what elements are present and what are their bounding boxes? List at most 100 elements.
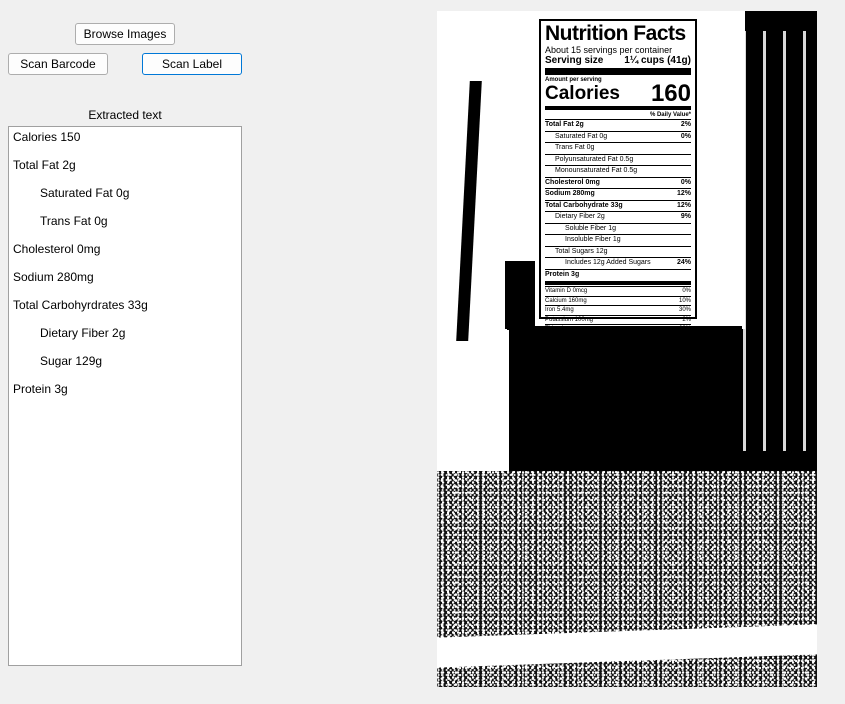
extracted-line: Dietary Fiber 2g <box>40 326 126 340</box>
nutrient-name: Saturated Fat 0g <box>555 132 608 140</box>
vitamin-percent: 30% <box>678 307 691 313</box>
vitamin-name: Calcium 160mg <box>545 297 587 304</box>
nutrient-name: Cholesterol 0mg <box>545 178 600 186</box>
nutrient-rows: Total Fat 2g 2% Saturated Fat 0g 0% Trans Fa… <box>545 119 691 280</box>
scan-barcode-button[interactable]: Scan Barcode <box>8 53 108 75</box>
vitamin-rows: Vitamin D 0mcg 0% Calcium 160mg 10% Iron 5.4… <box>545 286 691 381</box>
vitamin-name: Vitamin D 0mcg <box>545 288 588 294</box>
ingredients-text: INGREDIENTS: WHOLE GRAIN OAT FLOUR, SUGA… <box>545 383 691 400</box>
nutrition-facts-panel: Nutrition Facts About 15 servings per co… <box>539 19 697 407</box>
nutrient-name: Monounsaturated Fat 0.5g <box>555 167 638 174</box>
vitamin-percent: 2% <box>682 316 691 323</box>
vitamin-percent: 10% <box>678 345 691 351</box>
vitamin-row: Folate 40mcg DFE (25mcg folic acid) 10% <box>545 352 691 363</box>
nutrient-name: Total Fat 2g <box>545 121 584 128</box>
calories-key: Calories <box>545 83 620 104</box>
vitamin-row: Niacin 10% <box>545 333 691 344</box>
vitamin-name: Vitamin B6 <box>545 345 574 351</box>
contains-text: CONTAINS: WHEAT. <box>545 401 588 407</box>
extracted-line: Cholesterol 0mg <box>13 242 101 256</box>
vitamin-row: Potassium 100mg 2% <box>545 314 691 325</box>
vitamin-row: Pantothenic Acid 15% <box>545 362 691 372</box>
extracted-line: Protein 3g <box>13 382 68 396</box>
nutrient-name: Dietary Fiber 2g <box>555 213 605 220</box>
vitamin-name: Thiamin <box>545 326 567 332</box>
vitamin-row: Iron 5.4mg 30% <box>545 305 691 315</box>
extracted-line: Calories 150 <box>13 130 81 144</box>
serving-size-value: 1¼ cups (41g) <box>624 55 691 66</box>
browse-images-button[interactable]: Browse Images <box>75 23 175 45</box>
ingredients-heading: INGREDIENTS: <box>545 383 578 388</box>
vitamin-row: Vitamin B6 10% <box>545 343 691 353</box>
nutrient-row: Total Fat 2g 2% <box>545 119 691 131</box>
vitamin-name: Pantothenic Acid <box>545 364 590 370</box>
servings-per-container: About 15 servings per container <box>545 45 673 55</box>
extracted-line: Total Fat 2g <box>13 158 76 172</box>
label-image: Nutrition Facts About 15 servings per co… <box>437 11 817 687</box>
daily-value-header: % Daily Value* <box>649 112 691 118</box>
vitamin-percent: 10% <box>678 335 691 342</box>
scan-label-button[interactable]: Scan Label <box>142 53 242 75</box>
vitamin-percent: 60% <box>678 326 691 332</box>
extracted-text-box[interactable]: Calories 150 Total Fat 2g Saturated Fat 0g… <box>8 126 242 666</box>
vitamin-row: Vitamin D 0mcg 0% <box>545 286 691 296</box>
image-box-shadow <box>505 261 535 329</box>
calories-value: 160 <box>650 80 691 107</box>
nutrient-percent: 2% <box>680 121 691 128</box>
vitamin-row: Thiamin 60% <box>545 324 691 334</box>
nutrient-row: Polyunsaturated Fat 0.5g <box>545 153 691 166</box>
vitamin-divider <box>545 281 691 285</box>
vitamin-percent: 10% <box>678 354 691 361</box>
nutrient-name: Trans Fat 0g <box>555 144 595 151</box>
nutrient-name: Total Sugars 12g <box>555 247 608 255</box>
nutrient-row: Monounsaturated Fat 0.5g <box>545 165 691 177</box>
serving-size-row: Serving size 1¼ cups (41g) <box>545 55 691 66</box>
nutrient-row: Total Sugars 12g <box>545 245 691 258</box>
vitamin-row: Calcium 160mg 10% <box>545 295 691 306</box>
vitamin-name: Potassium 100mg <box>545 316 594 323</box>
extracted-line: Sugar 129g <box>40 354 103 368</box>
vitamin-name: Zinc <box>545 373 557 380</box>
nutrient-row: Sodium 280mg 12% <box>545 188 691 200</box>
vitamin-row: Zinc 20% <box>545 371 691 382</box>
vitamin-percent: 20% <box>678 373 691 380</box>
nutrition-title: Nutrition Facts <box>545 22 686 45</box>
nutrient-name: Soluble Fiber 1g <box>565 224 616 232</box>
nutrient-percent: 9% <box>680 213 691 220</box>
nutrient-percent: 12% <box>676 190 691 197</box>
vitamin-percent: 10% <box>678 297 691 304</box>
nutrient-percent: 0% <box>680 178 691 186</box>
thick-divider <box>545 68 691 75</box>
nutrient-row: Cholesterol 0mg 0% <box>545 176 691 189</box>
extracted-line: Sodium 280mg <box>13 270 94 284</box>
nutrient-percent: 12% <box>676 201 691 209</box>
nutrient-percent: 24% <box>676 259 691 266</box>
nutrient-name: Insoluble Fiber 1g <box>565 236 621 243</box>
nutrient-name: Includes 12g Added Sugars <box>565 259 651 266</box>
image-wall-right <box>737 31 817 451</box>
nutrient-name: Polyunsaturated Fat 0.5g <box>555 155 634 163</box>
extracted-text-label: Extracted text <box>88 108 162 122</box>
nutrient-row: Total Carbohydrate 33g 12% <box>545 199 691 212</box>
nutrient-row: Includes 12g Added Sugars 24% <box>545 257 691 269</box>
nutrient-name: Sodium 280mg <box>545 190 595 197</box>
nutrient-name: Total Carbohydrate 33g <box>545 201 623 209</box>
nutrient-name: Protein 3g <box>545 270 580 278</box>
calories-row: Calories 160 <box>545 80 691 107</box>
extracted-line: Saturated Fat 0g <box>40 186 130 200</box>
vitamin-percent: 15% <box>678 364 691 370</box>
vitamin-name: Niacin <box>545 335 562 342</box>
extracted-line: Total Carbohyrdrates 33g <box>13 298 148 312</box>
nutrient-percent: 0% <box>680 132 691 140</box>
nutrient-row: Trans Fat 0g <box>545 142 691 154</box>
vitamin-name: Folate 40mcg DFE (25mcg folic acid) <box>545 354 644 361</box>
vitamin-name: Iron 5.4mg <box>545 307 574 313</box>
nutrient-row: Protein 3g <box>545 268 691 281</box>
serving-size-key: Serving size <box>545 55 604 66</box>
extracted-line: Trans Fat 0g <box>40 214 108 228</box>
nutrient-row: Saturated Fat 0g 0% <box>545 130 691 143</box>
vitamin-percent: 0% <box>682 288 691 294</box>
nutrient-row: Dietary Fiber 2g 9% <box>545 211 691 223</box>
nutrient-row: Insoluble Fiber 1g <box>545 234 691 246</box>
nutrient-row: Soluble Fiber 1g <box>545 222 691 235</box>
